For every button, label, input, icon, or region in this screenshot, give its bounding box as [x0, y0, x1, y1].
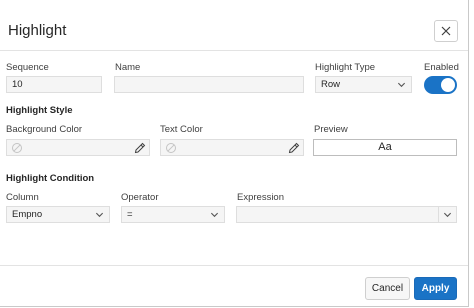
- enabled-toggle[interactable]: [424, 76, 457, 94]
- enabled-label: Enabled: [424, 62, 459, 73]
- preview-label: Preview: [314, 124, 348, 135]
- highlight-dialog: Highlight Sequence 10 Name Highlight Typ…: [0, 0, 469, 307]
- chevron-down-icon: [95, 212, 104, 218]
- operator-select[interactable]: =: [121, 206, 225, 223]
- cancel-button[interactable]: Cancel: [365, 277, 410, 300]
- chevron-down-icon: [443, 212, 452, 218]
- highlight-condition-heading: Highlight Condition: [6, 173, 95, 184]
- toggle-knob: [441, 78, 455, 92]
- no-color-icon: [12, 143, 22, 153]
- chevron-down-icon: [397, 82, 406, 88]
- highlight-style-heading: Highlight Style: [6, 105, 73, 116]
- dialog-title: Highlight: [8, 22, 67, 39]
- highlight-type-label: Highlight Type: [315, 62, 376, 73]
- color-picker-icon[interactable]: [288, 142, 300, 154]
- name-input[interactable]: [114, 76, 304, 93]
- highlight-type-value: Row: [321, 79, 341, 90]
- expression-dropdown-button[interactable]: [438, 206, 457, 223]
- expression-label: Expression: [237, 192, 284, 203]
- color-picker-icon[interactable]: [134, 142, 146, 154]
- operator-label: Operator: [121, 192, 159, 203]
- chevron-down-icon: [210, 212, 219, 218]
- sequence-input[interactable]: 10: [6, 76, 102, 93]
- background-color-label: Background Color: [6, 124, 83, 135]
- no-color-icon: [166, 143, 176, 153]
- text-color-input[interactable]: [160, 139, 304, 156]
- text-color-label: Text Color: [160, 124, 203, 135]
- column-select[interactable]: Empno: [6, 206, 110, 223]
- operator-value: =: [127, 209, 133, 220]
- background-color-input[interactable]: [6, 139, 150, 156]
- apply-button[interactable]: Apply: [414, 277, 457, 300]
- column-value: Empno: [12, 209, 43, 220]
- column-label: Column: [6, 192, 39, 203]
- dialog-header: Highlight: [0, 0, 468, 51]
- expression-input[interactable]: [236, 206, 457, 223]
- close-button[interactable]: [434, 20, 458, 42]
- highlight-type-select[interactable]: Row: [315, 76, 412, 93]
- sequence-label: Sequence: [6, 62, 49, 73]
- name-label: Name: [115, 62, 141, 73]
- close-icon: [441, 26, 451, 36]
- footer-divider: [0, 265, 468, 266]
- preview-box: Aa: [313, 139, 457, 156]
